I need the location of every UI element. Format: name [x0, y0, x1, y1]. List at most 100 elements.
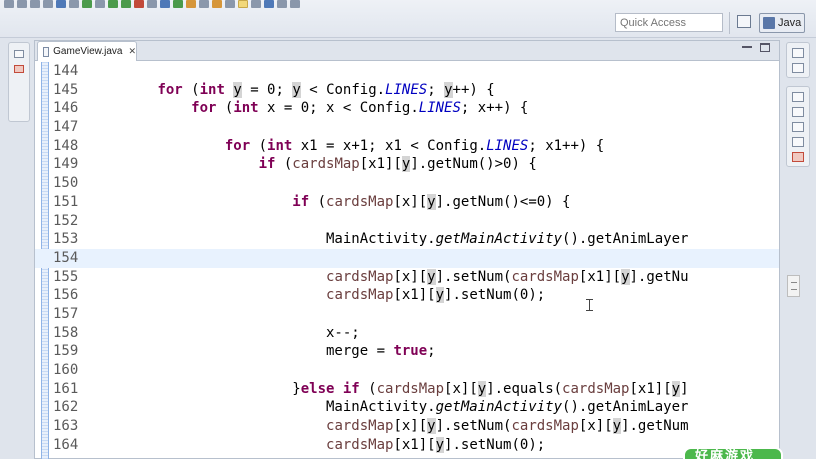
watermark-text: 好麻游戏 — [695, 449, 756, 459]
new-package-icon[interactable] — [160, 0, 170, 8]
new-class-icon[interactable] — [173, 0, 183, 8]
edit-icon[interactable] — [212, 0, 222, 8]
java-editor: GameView.java ✕ 144 145 for (int y = 0; y… — [34, 40, 800, 459]
java-perspective-button[interactable]: Java — [759, 13, 805, 33]
line-number: 157 — [53, 305, 79, 322]
open-type-icon[interactable] — [186, 0, 196, 8]
editor-tab-title: GameView.java — [53, 46, 123, 57]
editor-tab-bar: GameView.java ✕ — [35, 41, 779, 61]
close-tab-icon[interactable]: ✕ — [128, 46, 136, 57]
show-whitespace-icon[interactable] — [251, 0, 261, 8]
restore-icon[interactable] — [792, 48, 804, 58]
line-source: cardsMap[x][y].setNum(cardsMap[x1][y].ge… — [326, 268, 689, 285]
code-line[interactable]: 153 MainActivity.getMainActivity().getAn… — [35, 230, 779, 249]
open-perspective-icon[interactable] — [737, 15, 751, 28]
code-line[interactable]: 164 cardsMap[x1][y].setNum(0); — [35, 436, 779, 455]
new-java-project-icon[interactable] — [147, 0, 157, 8]
save-all-icon[interactable] — [30, 0, 40, 8]
code-line[interactable]: 162 MainActivity.getMainActivity().getAn… — [35, 398, 779, 417]
search-icon[interactable] — [199, 0, 209, 8]
line-number: 147 — [53, 119, 79, 136]
outline-icon[interactable] — [792, 63, 804, 73]
code-line[interactable]: 159 merge = true; — [35, 342, 779, 361]
code-line[interactable]: 147 — [35, 118, 779, 137]
line-source: cardsMap[x][y].setNum(cardsMap[x][y].get… — [326, 418, 689, 435]
line-number: 160 — [53, 362, 79, 378]
code-lines: 144 145 for (int y = 0; y < Config.LINES;… — [35, 62, 779, 454]
line-number: 154 — [53, 249, 79, 266]
editor-tab-gameview[interactable]: GameView.java ✕ — [37, 41, 137, 61]
code-line[interactable]: 163 cardsMap[x][y].setNum(cardsMap[x][y]… — [35, 417, 779, 436]
right-trim-group-2 — [786, 86, 810, 167]
line-number: 145 — [53, 81, 79, 98]
line-source: if (cardsMap[x1][y].getNum()>0) { — [258, 156, 537, 173]
line-number: 153 — [53, 231, 79, 248]
code-line[interactable]: 158 x--; — [35, 324, 779, 343]
scrollbar-grip-icon — [790, 282, 797, 290]
external-tools-icon[interactable] — [134, 0, 144, 8]
line-number: 152 — [53, 212, 79, 229]
code-line[interactable]: 149 if (cardsMap[x1][y].getNum()>0) { — [35, 155, 779, 174]
code-line[interactable]: 151 if (cardsMap[x][y].getNum()<=0) { — [35, 193, 779, 212]
javadoc-icon[interactable] — [792, 122, 804, 132]
line-number: 149 — [53, 156, 79, 173]
watermark-badge: 好麻游戏 — [683, 447, 783, 459]
code-area[interactable]: 144 145 for (int y = 0; y < Config.LINES;… — [35, 62, 779, 459]
left-trim-stack — [8, 42, 30, 122]
line-source: x--; — [90, 324, 360, 341]
line-source: for (int x1 = x+1; x1 < Config.LINES; x1… — [224, 137, 605, 154]
back-icon[interactable] — [277, 0, 287, 8]
code-line[interactable]: 157 — [35, 305, 779, 324]
java-file-icon — [43, 46, 50, 57]
maximize-icon[interactable] — [760, 43, 770, 52]
print-icon[interactable] — [43, 0, 53, 8]
restore-icon[interactable] — [792, 92, 804, 102]
eclipse-window: Java GameView.java ✕ 144 145 for (int y =… — [0, 0, 816, 459]
text-cursor-icon — [586, 299, 593, 311]
right-trim-stack — [786, 42, 810, 182]
code-line[interactable]: 155 cardsMap[x][y].setNum(cardsMap[x1][y… — [35, 268, 779, 287]
console-icon[interactable] — [792, 152, 804, 162]
code-line[interactable]: 148 for (int x1 = x+1; x1 < Config.LINES… — [35, 137, 779, 156]
lint-icon[interactable] — [95, 0, 105, 8]
forward-icon[interactable] — [290, 0, 300, 8]
line-source: if (cardsMap[x][y].getNum()<=0) { — [292, 193, 571, 210]
code-line[interactable]: 144 — [35, 62, 779, 81]
new-file-icon[interactable] — [4, 0, 14, 8]
toolbar-icons — [0, 0, 300, 9]
right-trim-group-1 — [786, 42, 810, 78]
highlight-occurrences-icon[interactable] — [238, 0, 248, 8]
sdk-manager-icon[interactable] — [69, 0, 79, 8]
main-toolbar: Java — [0, 0, 816, 38]
problems-icon[interactable] — [792, 107, 804, 117]
line-source: cardsMap[x1][y].setNum(0); — [326, 436, 546, 453]
package-explorer-icon[interactable] — [14, 65, 24, 73]
build-icon[interactable] — [56, 0, 66, 8]
code-line[interactable]: 156 cardsMap[x1][y].setNum(0); — [35, 286, 779, 305]
quick-access-input[interactable] — [615, 13, 723, 32]
code-line[interactable]: 161 }else if (cardsMap[x][y].equals(card… — [35, 380, 779, 399]
save-icon[interactable] — [17, 0, 27, 8]
line-number: 161 — [53, 380, 79, 397]
java-perspective-label: Java — [778, 17, 802, 29]
run-icon[interactable] — [121, 0, 131, 8]
vertical-scrollbar-thumb[interactable] — [787, 275, 800, 297]
code-line[interactable]: 145 for (int y = 0; y < Config.LINES; y+… — [35, 81, 779, 100]
toggle-mark-icon[interactable] — [225, 0, 235, 8]
restore-icon[interactable] — [14, 50, 24, 58]
android-icon[interactable] — [82, 0, 92, 8]
declaration-icon[interactable] — [792, 137, 804, 147]
line-source: merge = true; — [90, 343, 436, 360]
next-annotation-icon[interactable] — [264, 0, 274, 8]
code-line[interactable]: 160 — [35, 361, 779, 380]
line-number: 156 — [53, 287, 79, 304]
line-number: 164 — [53, 436, 79, 453]
code-line[interactable]: 146 for (int x = 0; x < Config.LINES; x+… — [35, 99, 779, 118]
code-line[interactable]: 154 — [35, 248, 779, 268]
code-line[interactable]: 150 — [35, 174, 779, 193]
code-line[interactable]: 152 — [35, 212, 779, 231]
line-number: 144 — [53, 63, 79, 79]
minimize-icon[interactable] — [742, 45, 752, 48]
line-number: 162 — [53, 399, 79, 416]
debug-icon[interactable] — [108, 0, 118, 8]
